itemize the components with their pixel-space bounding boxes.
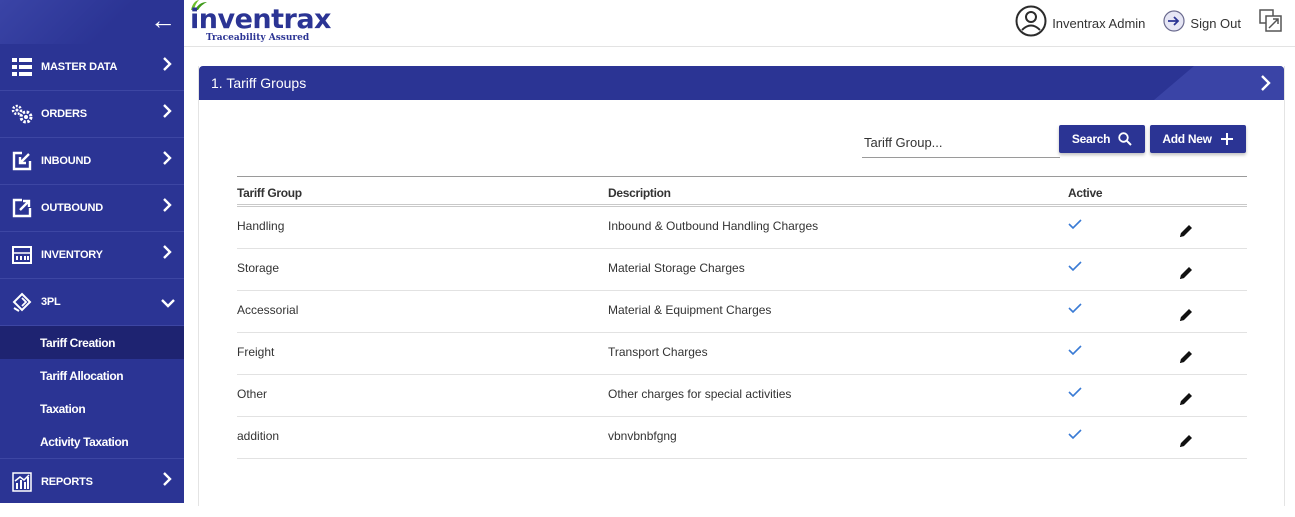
chevron-right-icon [162, 472, 172, 491]
plus-icon [1220, 132, 1234, 146]
sidebar-item-label: REPORTS [41, 475, 93, 488]
gears-icon [11, 103, 33, 125]
check-icon [1068, 301, 1082, 319]
cell-description: Inbound & Outbound Handling Charges [608, 219, 819, 233]
sub-item-tariff-allocation[interactable]: Tariff Allocation [0, 359, 184, 392]
panel-header: 1. Tariff Groups [199, 66, 1284, 100]
back-arrow-icon[interactable]: ← [150, 6, 176, 34]
chart-icon [11, 471, 33, 493]
table-row[interactable]: Other Other charges for special activitie… [237, 375, 1247, 417]
sign-out-label: Sign Out [1190, 15, 1241, 31]
check-icon [1068, 427, 1082, 445]
check-icon [1068, 259, 1082, 277]
table-body: Handling Inbound & Outbound Handling Char… [237, 207, 1247, 459]
table-row[interactable]: addition vbnvbnbfgng [237, 417, 1247, 459]
sidebar-item-label: INBOUND [41, 155, 91, 167]
fullscreen-icon[interactable] [1259, 8, 1283, 38]
chevron-right-icon [162, 151, 172, 170]
sidebar-item-3pl[interactable]: 3PL [0, 279, 184, 326]
chevron-right-icon [162, 104, 172, 123]
table-row[interactable]: Storage Material Storage Charges [237, 249, 1247, 291]
search-button-label: Search [1071, 132, 1111, 146]
tariff-groups-panel: 1. Tariff Groups Search Add New Tariff G… [198, 66, 1285, 506]
edit-pencil-icon[interactable] [1178, 349, 1194, 370]
edit-pencil-icon[interactable] [1178, 223, 1194, 244]
user-avatar-icon [1015, 5, 1047, 42]
table-row[interactable]: Handling Inbound & Outbound Handling Char… [237, 207, 1247, 249]
sub-item-taxation[interactable]: Taxation [0, 392, 184, 425]
edit-pencil-icon[interactable] [1178, 433, 1194, 454]
cell-description: Other charges for special activities [608, 387, 792, 401]
sub-item-tariff-creation[interactable]: Tariff Creation [0, 326, 184, 359]
sidebar-item-label: ORDERS [41, 108, 87, 120]
diamond-icon [11, 291, 33, 313]
sidebar-top: ← [0, 0, 184, 44]
app-root: ← MASTER DATA ORDERS INBOUND OUTBOUND IN… [0, 0, 1295, 517]
column-header-active[interactable]: Active [1068, 186, 1103, 200]
sidebar-item-outbound[interactable]: OUTBOUND [0, 185, 184, 232]
sub-item-activity-taxation[interactable]: Activity Taxation [0, 425, 184, 458]
sidebar: ← MASTER DATA ORDERS INBOUND OUTBOUND IN… [0, 0, 184, 503]
grid-list-icon [11, 56, 33, 78]
cell-description: vbnvbnbfgng [608, 429, 677, 443]
cell-tariff-group: Accessorial [237, 303, 299, 317]
cell-tariff-group: addition [237, 429, 280, 443]
search-button[interactable]: Search [1059, 125, 1145, 153]
table-row[interactable]: Freight Transport Charges [237, 333, 1247, 375]
cell-tariff-group: Storage [237, 261, 280, 275]
outbound-icon [11, 197, 33, 219]
header-stripe-slant [1154, 66, 1194, 100]
sidebar-item-reports[interactable]: REPORTS [0, 458, 184, 503]
sidebar-item-inventory[interactable]: INVENTORY [0, 232, 184, 279]
table-row[interactable]: Accessorial Material & Equipment Charges [237, 291, 1247, 333]
check-icon [1068, 343, 1082, 361]
search-icon [1118, 132, 1132, 146]
logo-text: inventrax [190, 4, 331, 35]
table-header: Tariff Group Description Active [237, 176, 1247, 207]
tariff-group-search-input[interactable] [862, 128, 1060, 158]
cell-tariff-group: Handling [237, 219, 285, 233]
cell-description: Transport Charges [608, 345, 708, 359]
check-icon [1068, 385, 1082, 403]
chevron-right-icon [162, 245, 172, 264]
cell-description: Material & Equipment Charges [608, 303, 772, 317]
user-menu[interactable]: Inventrax Admin [1015, 5, 1145, 42]
inventory-icon [11, 244, 33, 266]
sidebar-item-label: INVENTORY [41, 249, 103, 261]
inbound-icon [11, 150, 33, 172]
panel-title: 1. Tariff Groups [211, 75, 307, 91]
sidebar-item-master-data[interactable]: MASTER DATA [0, 44, 184, 91]
check-icon [1068, 217, 1082, 235]
chevron-right-icon[interactable] [1260, 74, 1272, 97]
chevron-right-icon [162, 57, 172, 76]
logo-tagline: Traceability Assured [206, 33, 310, 43]
column-header-tariff-group[interactable]: Tariff Group [237, 186, 302, 200]
column-header-description[interactable]: Description [608, 186, 671, 200]
header-actions: Inventrax Admin Sign Out [1015, 5, 1283, 42]
edit-pencil-icon[interactable] [1178, 307, 1194, 328]
sidebar-item-label: OUTBOUND [41, 202, 103, 214]
header-divider [184, 46, 1295, 47]
cell-tariff-group: Freight [237, 345, 275, 359]
add-new-button-label: Add New [1162, 132, 1212, 146]
sidebar-item-label: 3PL [41, 296, 61, 308]
sidebar-item-orders[interactable]: ORDERS [0, 91, 184, 138]
sidebar-item-label: MASTER DATA [41, 61, 118, 73]
sign-out-button[interactable]: Sign Out [1163, 9, 1241, 37]
tariff-groups-table: Tariff Group Description Active Handling… [237, 176, 1247, 459]
cell-description: Material Storage Charges [608, 261, 745, 275]
edit-pencil-icon[interactable] [1178, 391, 1194, 412]
chevron-right-icon [162, 198, 172, 217]
chevron-down-icon [161, 295, 175, 313]
sub-menu-3pl: Tariff Creation Tariff Allocation Taxati… [0, 326, 184, 458]
edit-pencil-icon[interactable] [1178, 265, 1194, 286]
sidebar-item-inbound[interactable]: INBOUND [0, 138, 184, 185]
add-new-button[interactable]: Add New [1150, 125, 1246, 153]
logo: inventrax Traceability Assured [190, 0, 331, 44]
sign-out-icon [1163, 9, 1186, 37]
user-name: Inventrax Admin [1052, 15, 1146, 31]
cell-tariff-group: Other [237, 387, 268, 401]
